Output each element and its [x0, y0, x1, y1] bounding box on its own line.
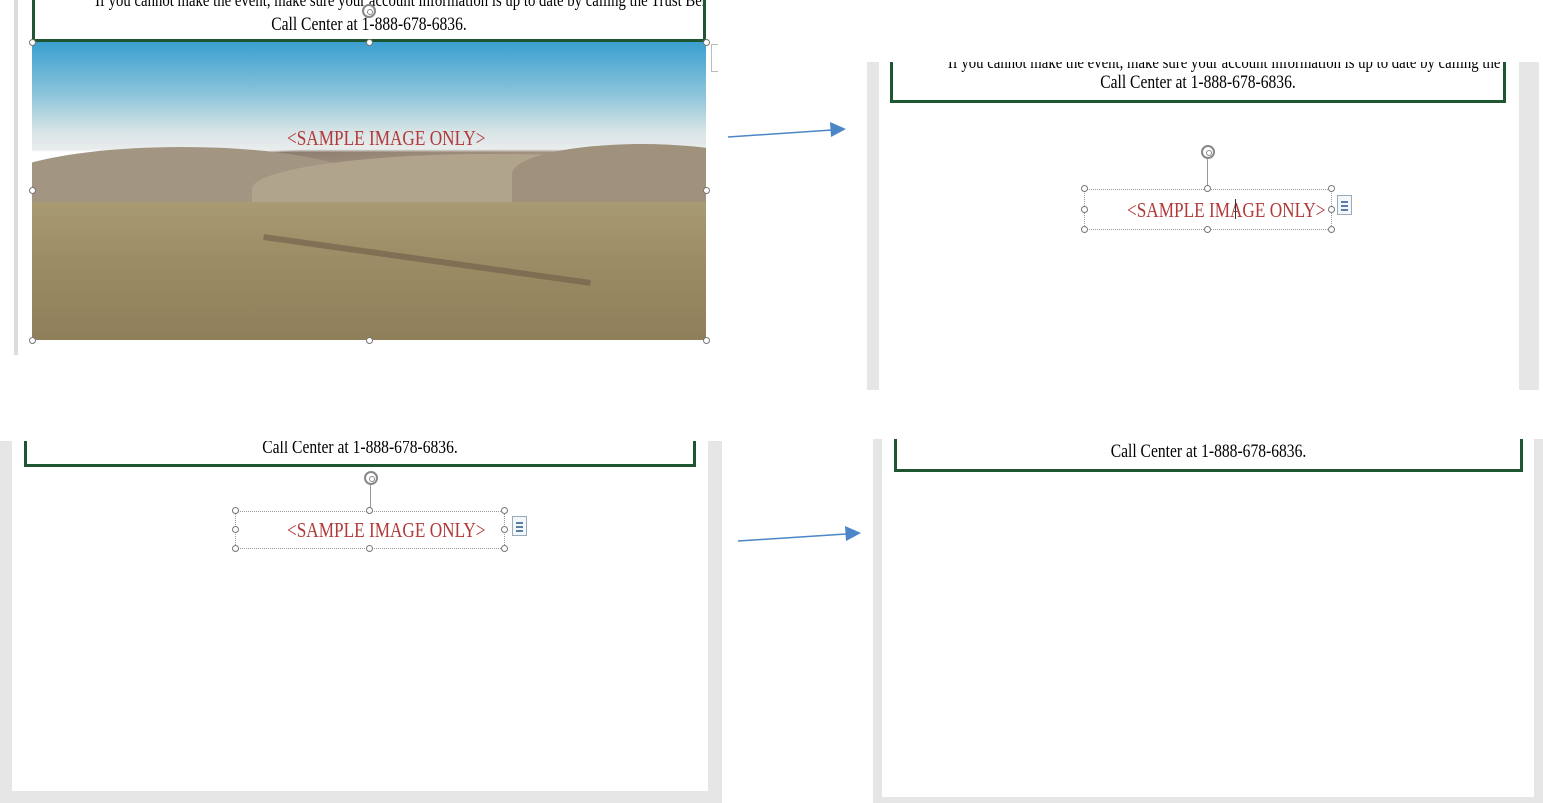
sample-text-box[interactable]: <SAMPLE IMAGE ONLY> — [1084, 189, 1332, 230]
notice-line-phone: Call Center at 1-888-678-6836. — [1100, 72, 1296, 93]
resize-handle[interactable] — [1081, 185, 1088, 192]
resize-handle[interactable] — [501, 526, 508, 533]
resize-handle[interactable] — [366, 507, 373, 514]
sample-image-label: <SAMPLE IMAGE ONLY> — [1127, 198, 1326, 222]
notice-line-phone: Call Center at 1-888-678-6836. — [262, 441, 458, 458]
resize-handle[interactable] — [232, 545, 239, 552]
layout-options-icon[interactable] — [512, 516, 527, 536]
rotate-handle-icon[interactable] — [364, 471, 378, 485]
resize-handle[interactable] — [1081, 226, 1088, 233]
notice-box: Call Center at 1-888-678-6836. — [894, 439, 1523, 472]
resize-handle[interactable] — [232, 526, 239, 533]
document-page — [12, 441, 708, 791]
notice-box: Call Center at 1-888-678-6836. — [24, 441, 696, 467]
resize-handle[interactable] — [1204, 226, 1211, 233]
resize-handle[interactable] — [1328, 185, 1335, 192]
panel-step-2: If you cannot make the event, make sure … — [867, 62, 1539, 390]
notice-box: If you cannot make the event, make sure … — [890, 62, 1506, 103]
sample-image-label: <SAMPLE IMAGE ONLY> — [287, 518, 486, 542]
rotate-handle-icon[interactable] — [1201, 145, 1215, 159]
resize-handle[interactable] — [366, 545, 373, 552]
panel-step-4: Call Center at 1-888-678-6836. — [873, 439, 1543, 803]
document-page — [882, 439, 1534, 797]
text-cursor — [1235, 199, 1236, 219]
notice-line-cut: If you cannot make the event, make sure … — [947, 62, 1503, 72]
resize-handle[interactable] — [501, 545, 508, 552]
notice-line-phone: Call Center at 1-888-678-6836. — [1110, 441, 1307, 462]
panel-step-3: Call Center at 1-888-678-6836. <SAMPLE I… — [0, 441, 722, 803]
layout-options-icon[interactable] — [1337, 195, 1352, 215]
resize-handle[interactable] — [1328, 206, 1335, 213]
resize-handle[interactable] — [1081, 206, 1088, 213]
resize-handle[interactable] — [1204, 185, 1211, 192]
resize-handle[interactable] — [501, 507, 508, 514]
resize-handle[interactable] — [1328, 226, 1335, 233]
sample-text-box[interactable]: <SAMPLE IMAGE ONLY> — [235, 511, 505, 549]
resize-handle[interactable] — [232, 507, 239, 514]
